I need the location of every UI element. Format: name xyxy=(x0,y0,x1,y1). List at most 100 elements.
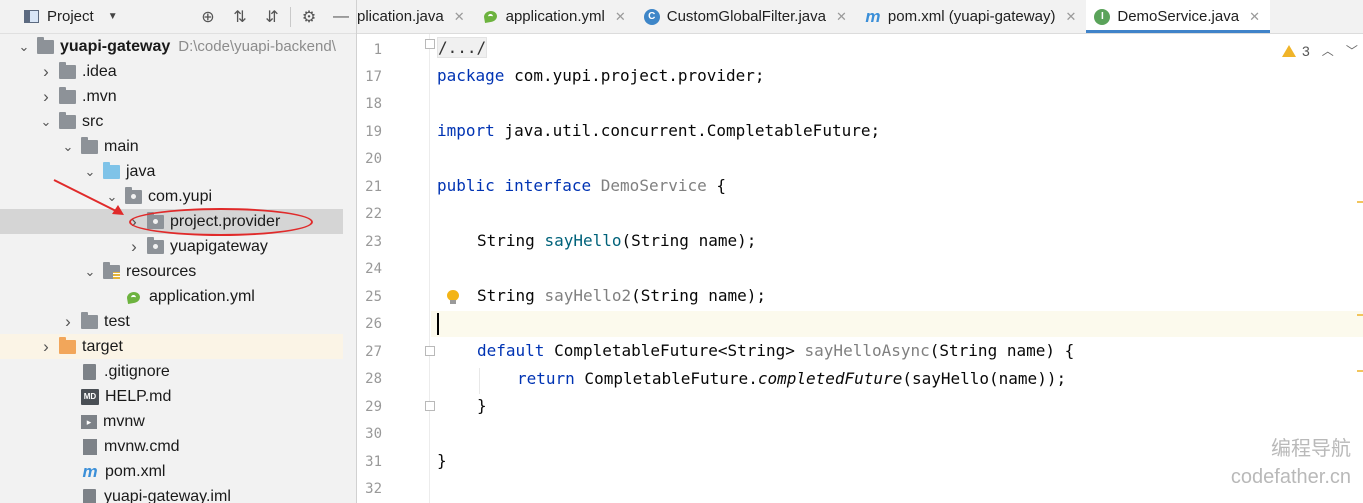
line-number[interactable]: 32 xyxy=(357,481,382,497)
locate-icon[interactable]: ⊕ xyxy=(192,7,224,27)
code-line-27[interactable]: default CompletableFuture<String> sayHel… xyxy=(477,341,1074,360)
tree-item-java[interactable]: ⌄ java xyxy=(0,159,343,184)
line-number[interactable]: 29 xyxy=(357,399,382,415)
chevron-down-icon[interactable]: ⌄ xyxy=(83,164,97,180)
chevron-up-icon[interactable]: ︿ xyxy=(1322,42,1334,59)
tree-item-target[interactable]: › target xyxy=(0,334,343,359)
collapse-all-icon[interactable]: ⇵ xyxy=(256,7,288,27)
tab-application-yml[interactable]: application.yml ✕ xyxy=(475,0,636,33)
tree-item-com-yupi[interactable]: ⌄ com.yupi xyxy=(0,184,343,209)
tree-item-label: .gitignore xyxy=(104,362,170,380)
tree-item-test[interactable]: › test xyxy=(0,309,343,334)
tree-item-idea[interactable]: › .idea xyxy=(0,59,343,84)
line-number[interactable]: 28 xyxy=(357,371,382,387)
tree-item-yuapigateway[interactable]: › yuapigateway xyxy=(0,234,343,259)
tree-item-mvnw-cmd[interactable]: ›mvnw.cmd xyxy=(0,434,343,459)
close-icon[interactable]: ✕ xyxy=(1065,9,1076,25)
code-line-1[interactable]: /.../ xyxy=(437,37,488,58)
chevron-down-icon[interactable]: ⌄ xyxy=(39,114,53,130)
code-line-29[interactable]: } xyxy=(477,396,487,415)
tree-item-main[interactable]: ⌄ main xyxy=(0,134,343,159)
tree-item-mvnw[interactable]: ›▸mvnw xyxy=(0,409,343,434)
project-toolbar: ⊕ ⇅ ⇵ ⚙ — xyxy=(192,0,356,34)
project-view-selector[interactable]: Project ▼ xyxy=(24,8,118,25)
tree-item-yuapi-gateway[interactable]: ⌄ yuapi-gateway D:\code\yuapi-backend\ xyxy=(0,34,343,59)
close-icon[interactable]: ✕ xyxy=(836,9,847,25)
line-number[interactable]: 22 xyxy=(357,206,382,222)
tree-item-label: project.provider xyxy=(170,212,281,230)
code-line-23[interactable]: String sayHello(String name); xyxy=(477,231,756,250)
current-line-highlight xyxy=(431,311,1363,337)
code-line-17[interactable]: package com.yupi.project.provider; xyxy=(437,66,765,85)
spring-yaml-icon xyxy=(125,289,143,305)
chevron-right-icon[interactable]: › xyxy=(39,87,53,107)
line-number[interactable]: 21 xyxy=(357,179,382,195)
project-path: D:\code\yuapi-backend\ xyxy=(178,38,336,55)
line-number[interactable]: 24 xyxy=(357,261,382,277)
code-line-19[interactable]: import java.util.concurrent.CompletableF… xyxy=(437,121,880,140)
chevron-down-icon[interactable]: ⌄ xyxy=(83,264,97,280)
line-number[interactable]: 26 xyxy=(357,316,382,332)
folder-icon xyxy=(59,111,76,129)
tree-item-label: HELP.md xyxy=(105,387,172,405)
chevron-down-icon[interactable]: ⌄ xyxy=(17,39,31,55)
tree-item-resources[interactable]: ⌄ resources xyxy=(0,259,343,284)
tree-item-yuapi-gateway-iml[interactable]: ›yuapi-gateway.iml xyxy=(0,484,343,503)
tree-item-application-yml[interactable]: ›application.yml xyxy=(0,284,343,309)
tree-item-gitignore[interactable]: ›.gitignore xyxy=(0,359,343,384)
tab-customglobalfilter-java[interactable]: C CustomGlobalFilter.java ✕ xyxy=(636,0,857,33)
code-text: } xyxy=(437,451,447,470)
class-icon: C xyxy=(643,8,660,25)
tab-label: application.yml xyxy=(505,8,605,25)
chevron-right-icon[interactable]: › xyxy=(127,212,141,232)
close-icon[interactable]: ✕ xyxy=(615,9,626,25)
interface-name: DemoService xyxy=(600,176,707,195)
tree-item-mvn[interactable]: › .mvn xyxy=(0,84,343,109)
folder-icon xyxy=(81,311,98,329)
chevron-right-icon[interactable]: › xyxy=(61,312,75,332)
line-number[interactable]: 30 xyxy=(357,426,382,442)
tree-item-help-md[interactable]: ›MDHELP.md xyxy=(0,384,343,409)
line-number[interactable]: 19 xyxy=(357,124,382,140)
code-text: String xyxy=(477,286,545,305)
chevron-down-icon[interactable]: ⌄ xyxy=(105,189,119,205)
fold-marker[interactable] xyxy=(425,401,435,411)
line-number[interactable]: 27 xyxy=(357,344,382,360)
tree-item-project-provider[interactable]: › project.provider xyxy=(0,209,343,234)
editor-scrollbar[interactable] xyxy=(1357,34,1363,503)
chevron-right-icon[interactable]: › xyxy=(127,237,141,257)
close-icon[interactable]: ✕ xyxy=(454,9,465,25)
hide-icon[interactable]: — xyxy=(325,8,356,26)
code-line-28[interactable]: return CompletableFuture.completedFuture… xyxy=(517,369,1066,388)
chevron-right-icon[interactable]: › xyxy=(39,337,53,357)
line-number[interactable]: 20 xyxy=(357,151,382,167)
line-number[interactable]: 31 xyxy=(357,454,382,470)
fold-marker[interactable] xyxy=(425,346,435,356)
line-number[interactable]: 18 xyxy=(357,96,382,112)
text-caret xyxy=(437,313,439,335)
close-icon[interactable]: ✕ xyxy=(1249,9,1260,25)
tab-plication-java[interactable]: plication.java ✕ xyxy=(357,0,475,33)
tree-item-src[interactable]: ⌄ src xyxy=(0,109,343,134)
line-number[interactable]: 17 xyxy=(357,69,382,85)
line-number[interactable]: 25 xyxy=(357,289,382,305)
expand-all-icon[interactable]: ⇅ xyxy=(224,7,256,27)
folder-icon xyxy=(37,36,54,54)
code-line-25[interactable]: String sayHello2(String name); xyxy=(477,286,766,305)
tree-item-label: yuapigateway xyxy=(170,237,268,255)
inspection-widget[interactable]: 3 ︿ ﹀ xyxy=(1282,42,1358,59)
tree-item-pom-xml[interactable]: ›mpom.xml xyxy=(0,459,343,484)
tab-pom-xml-yuapi-gateway[interactable]: m pom.xml (yuapi-gateway) ✕ xyxy=(857,0,1086,33)
fold-marker[interactable] xyxy=(425,39,435,49)
tab-demoservice-java[interactable]: I DemoService.java ✕ xyxy=(1086,0,1270,33)
lightbulb-icon[interactable] xyxy=(447,290,459,304)
chevron-right-icon[interactable]: › xyxy=(39,62,53,82)
code-line-21[interactable]: public interface DemoService { xyxy=(437,176,726,195)
gear-icon[interactable]: ⚙ xyxy=(293,7,325,27)
source-folder-icon xyxy=(103,161,120,179)
code-line-31[interactable]: } xyxy=(437,451,447,470)
folded-imports[interactable]: /.../ xyxy=(437,37,488,58)
line-number[interactable]: 1 xyxy=(357,42,382,58)
chevron-down-icon[interactable]: ⌄ xyxy=(61,139,75,155)
line-number[interactable]: 23 xyxy=(357,234,382,250)
